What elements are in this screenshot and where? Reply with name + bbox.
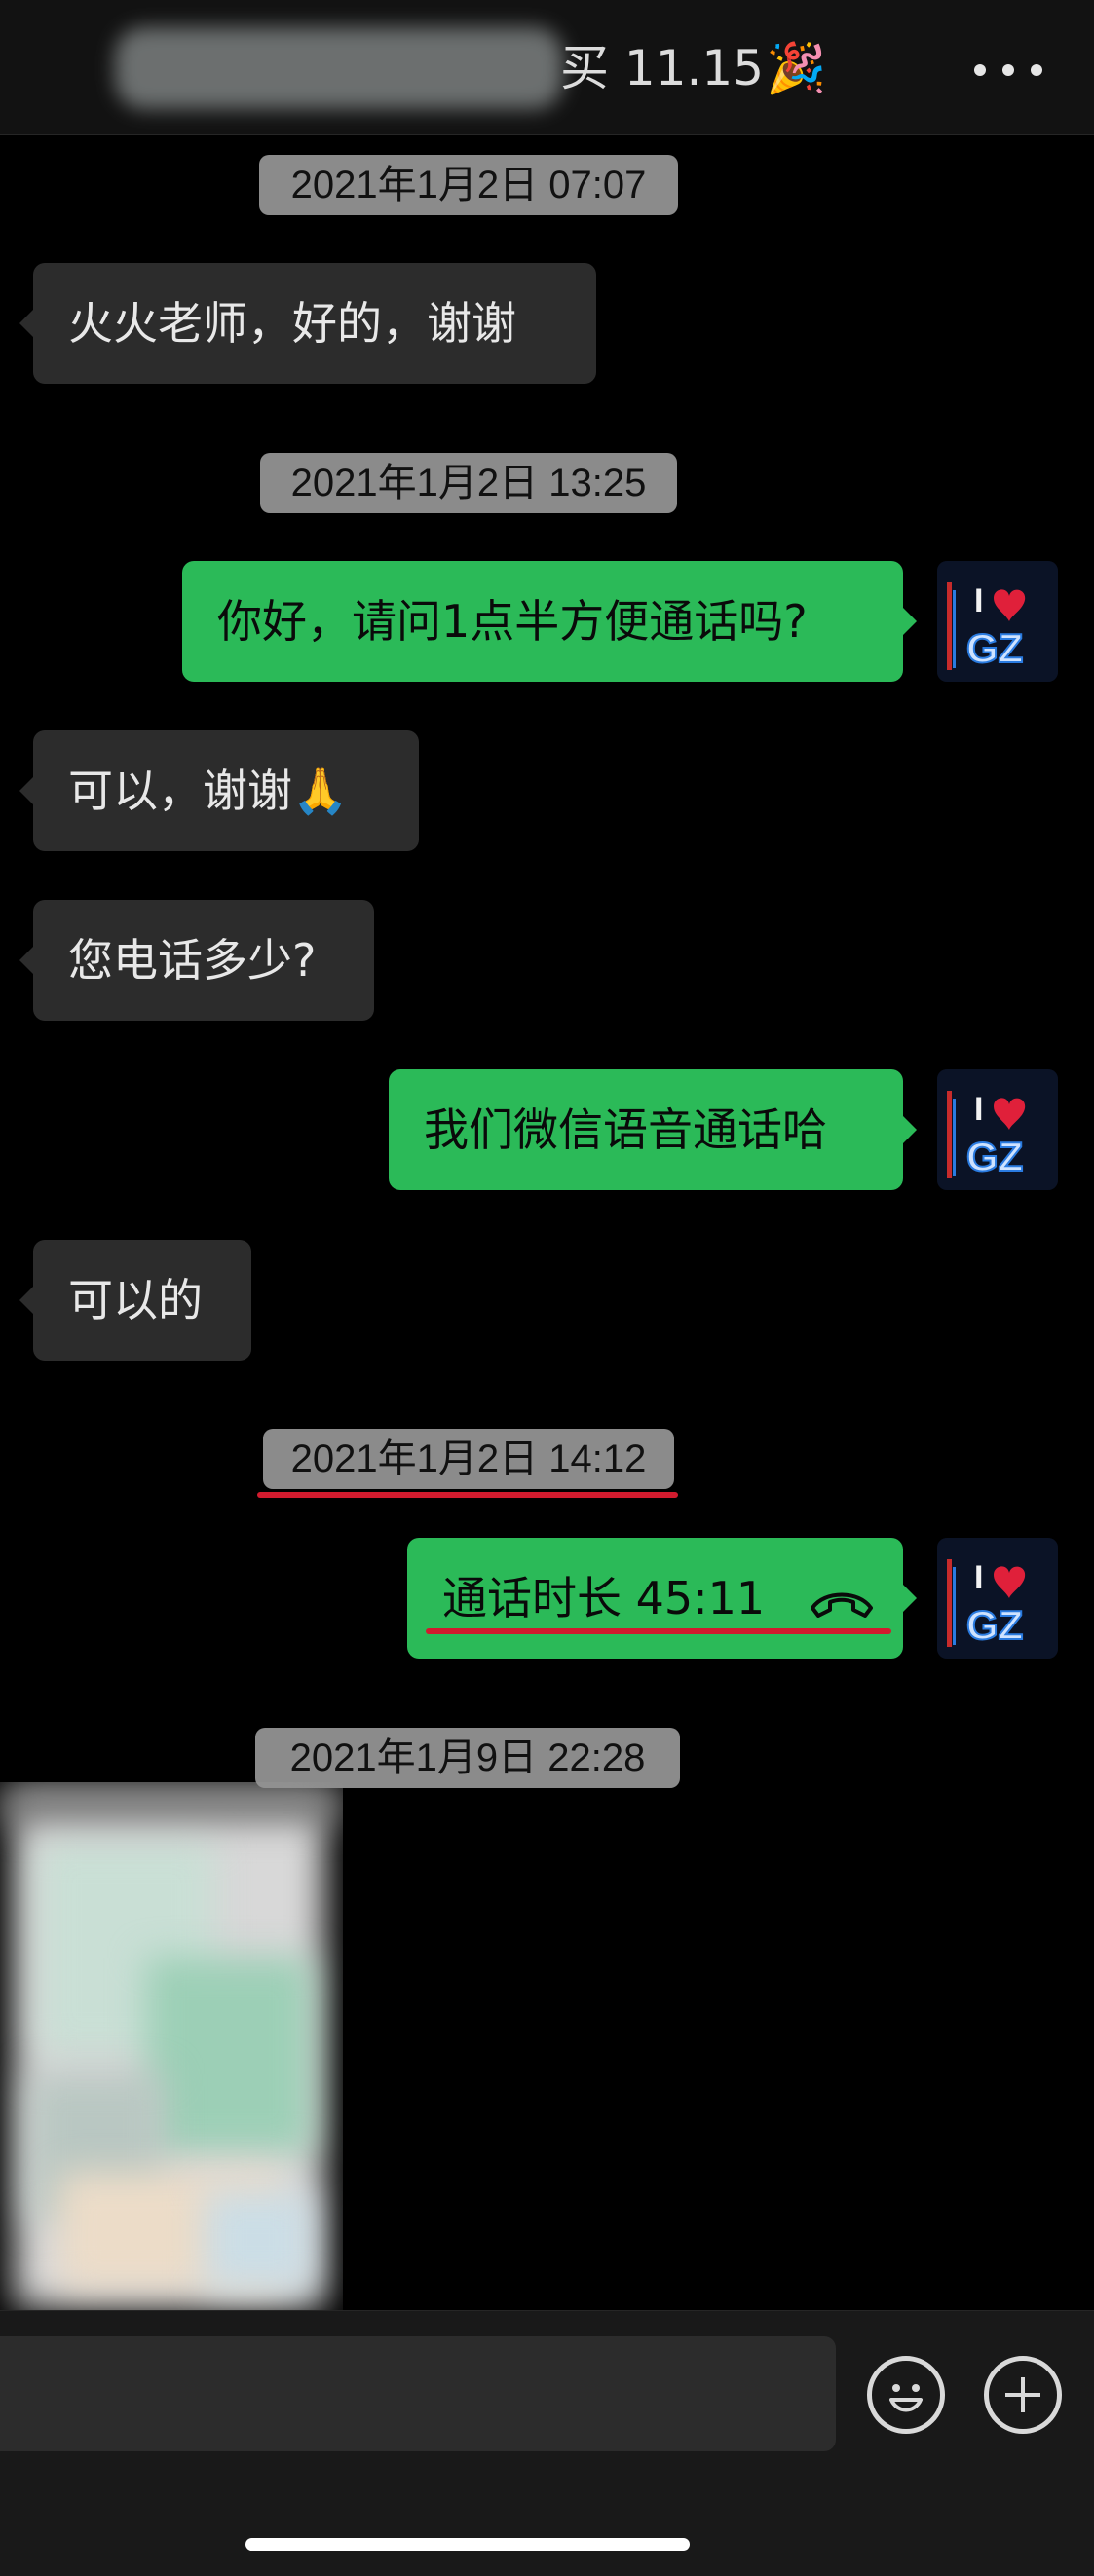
avatar-letters-gz: GZ: [966, 1134, 1023, 1179]
more-dots-icon: [974, 64, 986, 76]
call-duration-message[interactable]: 通话时长 45:11: [407, 1538, 917, 1659]
user-avatar[interactable]: I GZ: [937, 1538, 1058, 1659]
chat-title-suffix: 买 11.15: [560, 40, 765, 96]
outgoing-message[interactable]: 我们微信语音通话哈: [389, 1069, 917, 1190]
message-input-bar: [0, 2310, 1094, 2576]
incoming-message[interactable]: 可以的: [19, 1240, 251, 1361]
red-annotation-underline: [426, 1628, 891, 1634]
more-functions-button[interactable]: [984, 2356, 1062, 2434]
avatar-image: I GZ: [937, 561, 1058, 682]
redacted-image-message[interactable]: [0, 1782, 343, 2328]
incoming-message[interactable]: 您电话多少?: [19, 900, 374, 1021]
timestamp: 2021年1月2日 13:25: [260, 453, 677, 513]
timestamp: 2021年1月2日 07:07: [259, 155, 678, 215]
user-avatar[interactable]: I GZ: [937, 1069, 1058, 1190]
avatar-letters-gz: GZ: [966, 625, 1023, 671]
redacted-contact-name: [115, 27, 563, 109]
emoji-button[interactable]: [867, 2356, 945, 2434]
home-indicator[interactable]: [245, 2538, 690, 2551]
user-avatar[interactable]: I GZ: [937, 561, 1058, 682]
red-annotation-underline: [257, 1492, 678, 1498]
more-dot: [1031, 64, 1042, 76]
avatar-letter-i: I: [974, 582, 983, 619]
avatar-image: I GZ: [937, 1069, 1058, 1190]
avatar-letters-gz: GZ: [966, 1602, 1023, 1648]
phone-hangup-icon: [810, 1592, 873, 1618]
chat-header: 买 11.15🎉: [0, 0, 1094, 135]
plus-circle-icon: [1005, 2377, 1040, 2412]
outgoing-message[interactable]: 你好，请问1点半方便通话吗?: [182, 561, 917, 682]
avatar-image: I GZ: [937, 1538, 1058, 1659]
message-input[interactable]: [0, 2336, 836, 2451]
praying-hands-emoji: 🙏: [292, 765, 349, 817]
call-duration-text: 通话时长 45:11: [442, 1572, 766, 1624]
message-text: 可以，谢谢: [68, 765, 292, 817]
timestamp: 2021年1月2日 14:12: [263, 1429, 674, 1489]
timestamp: 2021年1月9日 22:28: [255, 1728, 680, 1788]
more-dot: [1002, 64, 1014, 76]
smiley-face-icon: [889, 2384, 923, 2412]
incoming-message[interactable]: 火火老师，好的，谢谢: [19, 263, 596, 384]
chat-title: 买 11.15🎉: [560, 39, 826, 97]
party-popper-icon: 🎉: [766, 40, 827, 96]
incoming-message[interactable]: 可以，谢谢🙏: [19, 730, 419, 851]
avatar-letter-i: I: [974, 1091, 983, 1128]
more-options-button[interactable]: [974, 56, 1042, 84]
avatar-letter-i: I: [974, 1559, 983, 1596]
